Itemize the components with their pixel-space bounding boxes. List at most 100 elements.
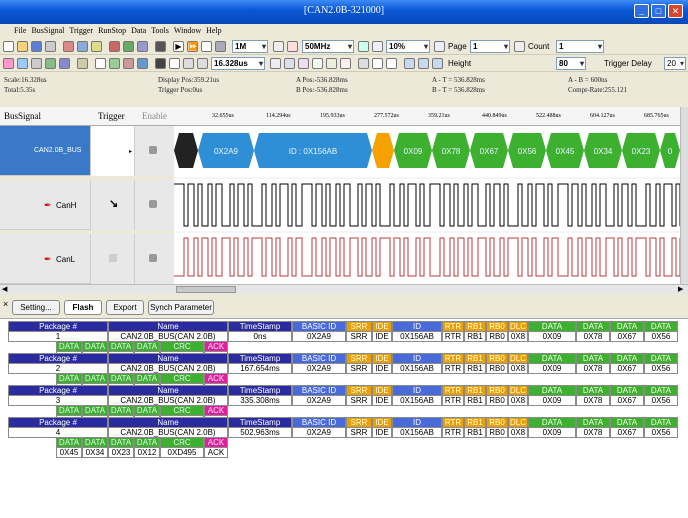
menu-item-file[interactable]: File <box>14 26 26 35</box>
signal-name: CanH <box>56 201 77 210</box>
minimize-button[interactable]: _ <box>634 4 649 18</box>
clock-icon[interactable] <box>287 41 298 52</box>
height-icon[interactable] <box>432 58 443 69</box>
open-icon[interactable] <box>17 41 28 52</box>
bus-segment-label: ID : 0X156AB <box>289 147 337 156</box>
trigger-cell-canl[interactable] <box>90 234 134 284</box>
bus-icon[interactable] <box>3 58 14 69</box>
binoculars-icon[interactable] <box>358 58 369 69</box>
save-icon[interactable] <box>31 41 42 52</box>
black-box-icon[interactable] <box>155 58 166 69</box>
menu-item-tools[interactable]: Tools <box>151 26 169 35</box>
zoom-out-icon[interactable] <box>183 58 194 69</box>
page-input[interactable]: 1 <box>470 40 510 53</box>
layout-icon[interactable] <box>59 58 70 69</box>
menu-item-window[interactable]: Window <box>174 26 201 35</box>
waveform-canvas[interactable]: 0X2A9 ID : 0X156AB 0X09 0X78 0X67 0X56 0X45 0X3… <box>174 126 680 284</box>
trigger-delay-input[interactable]: 20 <box>664 57 686 70</box>
print-icon[interactable] <box>45 41 56 52</box>
fit-icon[interactable] <box>270 58 281 69</box>
target-icon[interactable] <box>17 58 28 69</box>
scroll-left-icon[interactable]: ◀ <box>2 285 7 293</box>
time-ruler[interactable]: 32.655us 114.294us 195.933us 277.572us 359.2… <box>174 107 680 126</box>
scroll-thumb[interactable] <box>176 286 236 293</box>
next-icon[interactable] <box>386 58 397 69</box>
tab-synch-parameter[interactable]: Synch Parameter <box>148 300 214 315</box>
bus-segment-label: 0X45 <box>556 147 575 156</box>
signal-row-canh[interactable]: ✒ CanH <box>0 180 90 230</box>
zoom-in-icon[interactable] <box>372 41 383 52</box>
marker-icon[interactable] <box>109 41 120 52</box>
cursor-c-icon[interactable] <box>312 58 323 69</box>
trigger-cell-canh[interactable]: ↘ <box>90 180 134 230</box>
page-icon[interactable] <box>434 41 445 52</box>
dropdown-arrow-icon: ▸ <box>129 149 133 155</box>
time-tick-label: 277.572us <box>374 113 399 119</box>
scroll-right-icon[interactable]: ▶ <box>678 285 683 293</box>
menu-item-data[interactable]: Data <box>131 26 146 35</box>
trigger-delay-label: Trigger Delay <box>604 59 652 68</box>
memory-icon[interactable] <box>215 41 226 52</box>
settings-icon[interactable] <box>77 58 88 69</box>
count-icon[interactable] <box>514 41 525 52</box>
menu-item-trigger[interactable]: Trigger <box>69 26 93 35</box>
search-icon[interactable] <box>137 41 148 52</box>
timebase-select[interactable]: 16.328us <box>211 57 265 70</box>
cursor-e-icon[interactable] <box>340 58 351 69</box>
cursor-b-icon[interactable] <box>298 58 309 69</box>
menu-item-help[interactable]: Help <box>206 26 222 35</box>
new-icon[interactable] <box>3 41 14 52</box>
tab-export[interactable]: Export <box>106 300 144 315</box>
enable-cell-bus[interactable] <box>134 126 174 176</box>
height-select[interactable]: 80 <box>556 57 586 70</box>
list-icon[interactable] <box>418 58 429 69</box>
menu-item-runstop[interactable]: RunStop <box>98 26 126 35</box>
close-panel-icon[interactable]: × <box>3 299 8 309</box>
window-icon[interactable] <box>404 58 415 69</box>
menu-item-bussignal[interactable]: BusSignal <box>31 26 64 35</box>
pointer-icon[interactable] <box>95 58 106 69</box>
table-cell: 0X2A9 <box>292 363 346 374</box>
signal-row-canl[interactable]: ✒ CanL <box>0 234 90 284</box>
cursor-d-icon[interactable] <box>326 58 337 69</box>
color-icon[interactable] <box>123 58 134 69</box>
cursor-a-icon[interactable] <box>284 58 295 69</box>
run-icon[interactable]: ▶ <box>173 41 184 52</box>
export-icon[interactable] <box>137 58 148 69</box>
cursor-icon[interactable] <box>123 41 134 52</box>
enable-cell-canh[interactable] <box>134 180 174 230</box>
measure-icon[interactable] <box>109 58 120 69</box>
signal-row-bus[interactable]: CAN2.0B_BUS <box>0 126 90 176</box>
run-continuous-icon[interactable]: ⏩ <box>187 41 198 52</box>
trigger-cell-bus[interactable]: ▸ <box>90 126 134 176</box>
vertical-scrollbar[interactable] <box>680 107 688 284</box>
wave-icon[interactable] <box>358 41 369 52</box>
count-input[interactable]: 1 <box>556 40 604 53</box>
table-cell: IDE <box>372 331 392 342</box>
copy-icon[interactable] <box>77 41 88 52</box>
zoom-select[interactable]: 10% <box>386 40 430 53</box>
stop-icon[interactable] <box>155 41 166 52</box>
close-button[interactable]: ✕ <box>668 4 683 18</box>
table-cell: 0X56 <box>644 427 678 438</box>
table-sub-cell: 0X45 <box>56 447 82 458</box>
table-icon[interactable] <box>45 58 56 69</box>
tab-flash[interactable]: Flash <box>64 300 102 315</box>
table-cell: 0X78 <box>576 427 610 438</box>
pause-icon[interactable] <box>201 41 212 52</box>
grid-icon[interactable] <box>31 58 42 69</box>
table-cell: 502.963ms <box>228 427 292 438</box>
dropdown-icon[interactable] <box>169 58 180 69</box>
horizontal-scrollbar[interactable]: ◀ ▶ <box>0 284 688 294</box>
rate-icon[interactable] <box>273 41 284 52</box>
enable-cell-canl[interactable] <box>134 234 174 284</box>
sample-depth-select[interactable]: 1M <box>232 40 268 53</box>
table-cell: RB0 <box>486 363 508 374</box>
prev-icon[interactable] <box>372 58 383 69</box>
cut-icon[interactable] <box>63 41 74 52</box>
tab-setting[interactable]: Setting... <box>12 300 60 315</box>
paste-icon[interactable] <box>91 41 102 52</box>
sample-rate-select[interactable]: 50MHz <box>302 40 354 53</box>
ruler-icon[interactable] <box>197 58 208 69</box>
maximize-button[interactable]: □ <box>651 4 666 18</box>
